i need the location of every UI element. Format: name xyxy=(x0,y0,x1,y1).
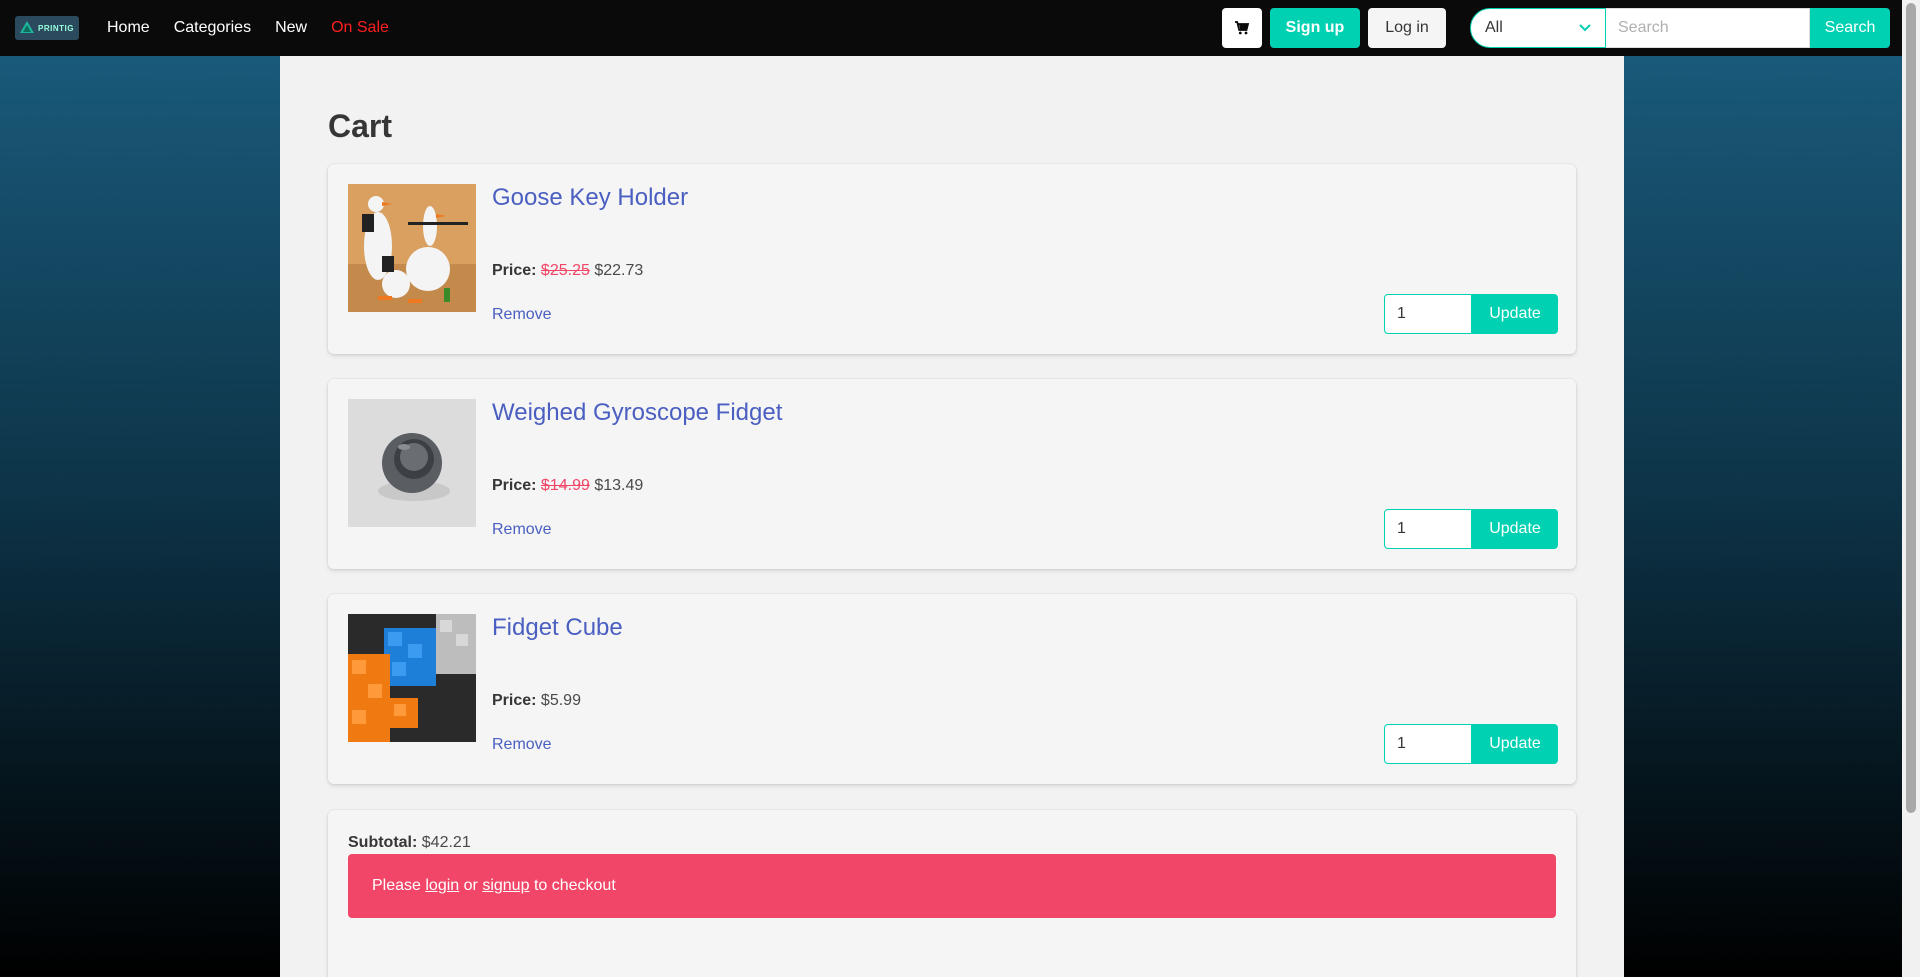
brand-logo[interactable]: PRINTIG xyxy=(15,16,79,40)
product-image-fidget-cube[interactable] xyxy=(348,614,476,742)
checkout-notice: Please login or signup to checkout xyxy=(348,854,1556,918)
quantity-group: Update xyxy=(1384,724,1558,764)
product-name[interactable]: Fidget Cube xyxy=(492,614,623,642)
search-input[interactable] xyxy=(1606,8,1810,48)
update-button[interactable]: Update xyxy=(1472,724,1558,764)
subtotal-value: $42.21 xyxy=(421,834,471,851)
logo-icon xyxy=(20,21,34,33)
nav-on-sale[interactable]: On Sale xyxy=(319,19,401,37)
notice-suffix: to checkout xyxy=(533,877,616,894)
chevron-down-icon xyxy=(1579,24,1591,32)
main-nav: Home Categories New On Sale xyxy=(95,19,401,37)
price-label: Price: xyxy=(492,262,537,279)
search-button[interactable]: Search xyxy=(1810,8,1890,48)
product-name[interactable]: Goose Key Holder xyxy=(492,184,688,212)
signup-link[interactable]: signup xyxy=(482,877,529,895)
price-label: Price: xyxy=(492,477,537,494)
current-price: $13.49 xyxy=(594,477,644,494)
price-line: Price: $25.25 $22.73 xyxy=(492,262,643,280)
notice-or: or xyxy=(463,877,478,894)
cart-icon xyxy=(1235,21,1250,35)
original-price: $14.99 xyxy=(540,477,590,494)
cart-item: Weighed Gyroscope Fidget Price: $14.99 $… xyxy=(328,379,1576,569)
quantity-input[interactable] xyxy=(1384,294,1472,334)
logo-text: PRINTIG xyxy=(38,23,74,33)
login-link[interactable]: login xyxy=(425,877,459,895)
scrollbar-thumb[interactable] xyxy=(1906,3,1916,813)
notice-prefix: Please xyxy=(372,877,421,894)
search-bar: All Search xyxy=(1470,8,1890,48)
page-scrollbar[interactable] xyxy=(1902,0,1920,977)
original-price: $25.25 xyxy=(540,262,590,279)
current-price: $5.99 xyxy=(540,692,581,709)
nav-home[interactable]: Home xyxy=(95,19,162,37)
signup-button[interactable]: Sign up xyxy=(1270,8,1360,48)
remove-link[interactable]: Remove xyxy=(492,306,552,324)
product-image-goose-key-holder[interactable] xyxy=(348,184,476,312)
page-title: Cart xyxy=(328,108,393,144)
goose-figurine-image xyxy=(348,184,476,312)
category-select[interactable]: All xyxy=(1470,8,1606,48)
quantity-input[interactable] xyxy=(1384,509,1472,549)
category-select-value: All xyxy=(1485,19,1503,36)
top-navbar: PRINTIG Home Categories New On Sale Sign… xyxy=(0,0,1902,56)
subtotal-label: Subtotal: xyxy=(348,834,418,851)
nav-new[interactable]: New xyxy=(263,19,319,37)
nav-categories[interactable]: Categories xyxy=(162,19,263,37)
remove-link[interactable]: Remove xyxy=(492,736,552,754)
nav-actions: Sign up Log in All Search xyxy=(1222,8,1902,48)
main-content: Cart Goose Key Holder Price: $25.25 $22.… xyxy=(280,56,1624,977)
gyroscope-image xyxy=(348,399,476,527)
subtotal: Subtotal: $42.21 xyxy=(348,834,471,852)
cart-item: Goose Key Holder Price: $25.25 $22.73 Re… xyxy=(328,164,1576,354)
remove-link[interactable]: Remove xyxy=(492,521,552,539)
current-price: $22.73 xyxy=(594,262,644,279)
cart-button[interactable] xyxy=(1222,8,1262,48)
cart-item: Fidget Cube Price: $5.99 Remove Update xyxy=(328,594,1576,784)
quantity-input[interactable] xyxy=(1384,724,1472,764)
update-button[interactable]: Update xyxy=(1472,294,1558,334)
price-label: Price: xyxy=(492,692,537,709)
product-image-gyroscope-fidget[interactable] xyxy=(348,399,476,527)
cart-summary: Subtotal: $42.21 Please login or signup … xyxy=(328,810,1576,977)
login-button[interactable]: Log in xyxy=(1368,8,1446,48)
quantity-group: Update xyxy=(1384,294,1558,334)
price-line: Price: $14.99 $13.49 xyxy=(492,477,643,495)
product-name[interactable]: Weighed Gyroscope Fidget xyxy=(492,399,782,427)
price-line: Price: $5.99 xyxy=(492,692,581,710)
update-button[interactable]: Update xyxy=(1472,509,1558,549)
quantity-group: Update xyxy=(1384,509,1558,549)
fidget-cube-image xyxy=(348,614,476,742)
